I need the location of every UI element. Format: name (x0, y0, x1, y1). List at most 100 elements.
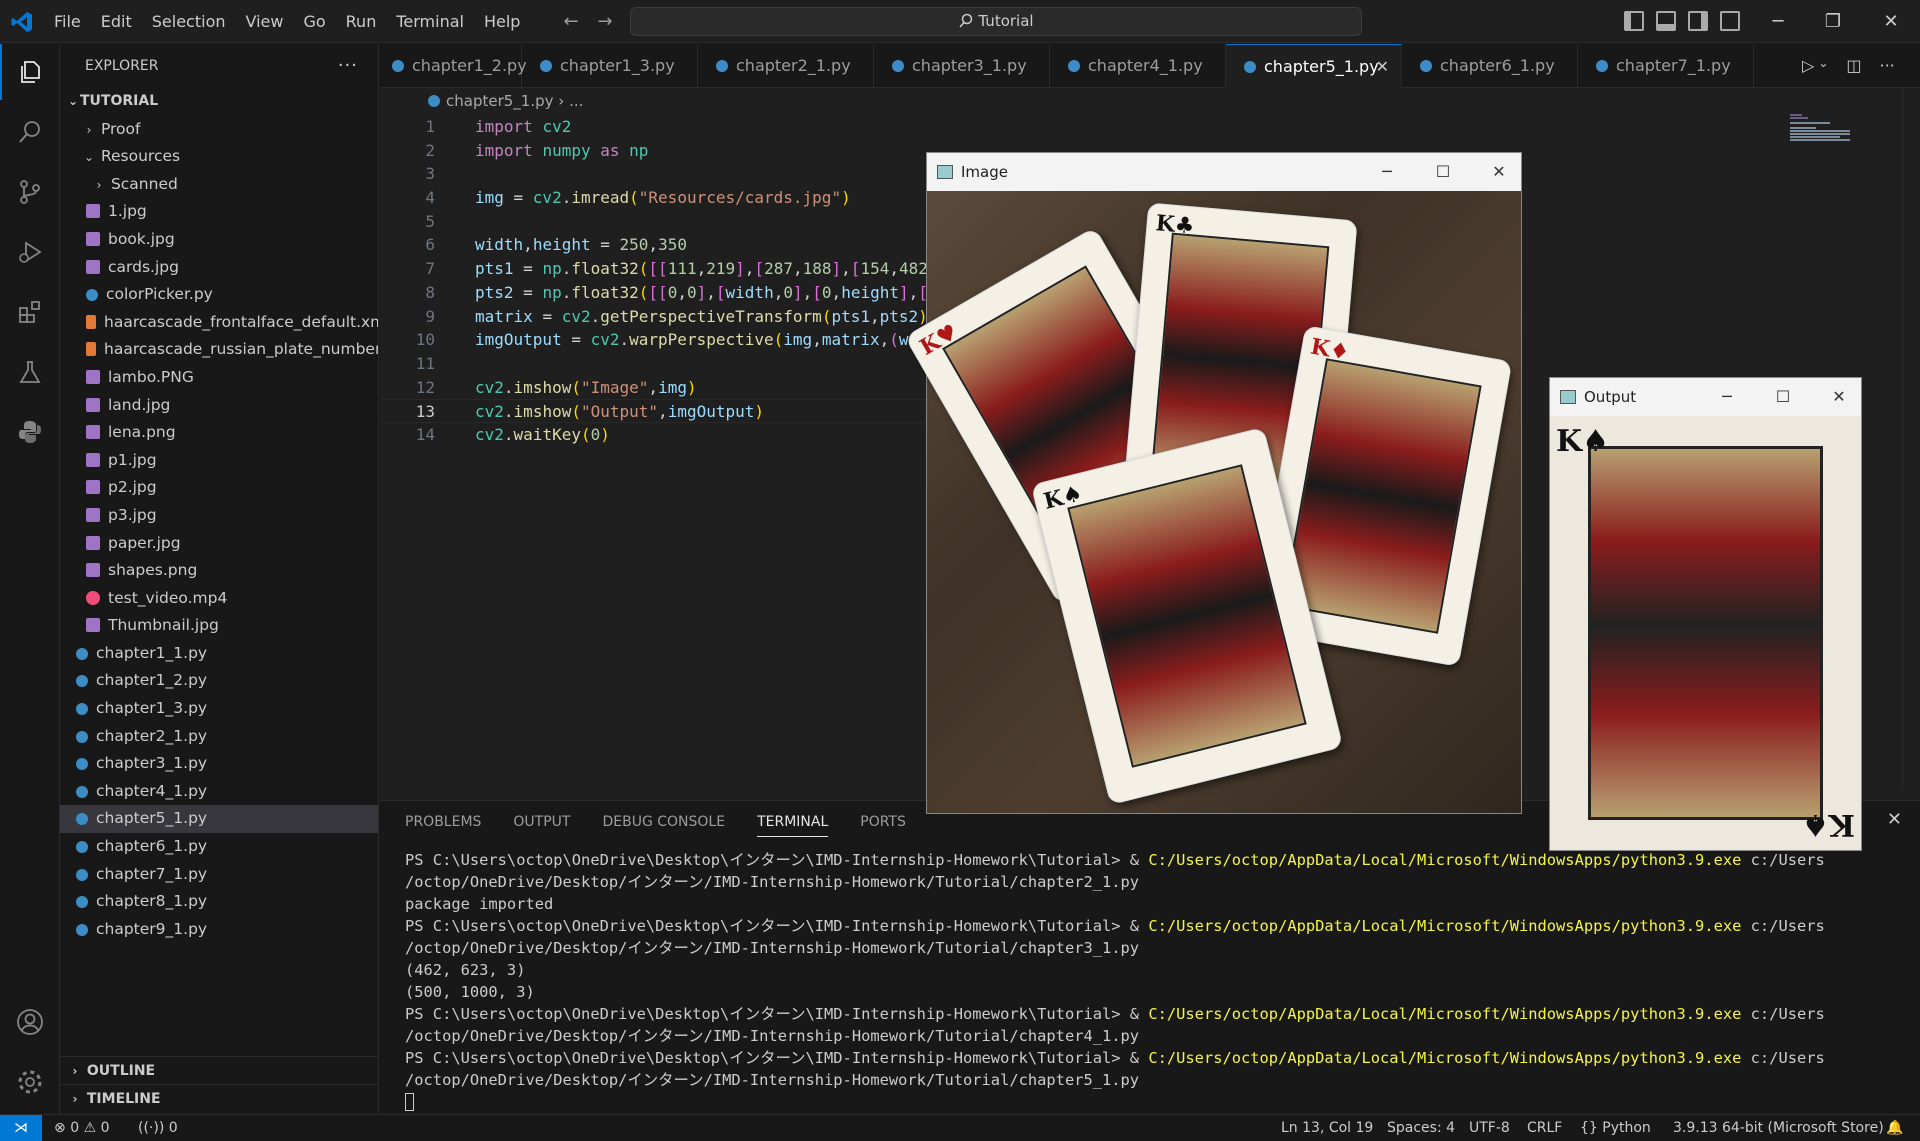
close-button[interactable]: ✕ (1868, 0, 1914, 43)
indentation[interactable]: Spaces: 4 (1387, 1115, 1455, 1141)
tree-item[interactable]: test_video.mp4 (60, 585, 378, 613)
tree-item[interactable]: haarcascade_russian_plate_number.... (60, 336, 378, 364)
close-button[interactable]: ✕ (1477, 153, 1521, 191)
terminal-prompt-line[interactable] (405, 1091, 1825, 1113)
output-window[interactable]: Output ─ ☐ ✕ K♠ K♠ (1549, 377, 1862, 851)
line-ending[interactable]: CRLF (1527, 1115, 1562, 1141)
tree-item[interactable]: haarcascade_frontalface_default.xml (60, 309, 378, 337)
ports-status[interactable]: ((·)) 0 (138, 1115, 178, 1141)
extensions-icon[interactable] (0, 284, 60, 340)
outline-section[interactable]: › OUTLINE (60, 1056, 378, 1084)
tab-chapter4_1-py[interactable]: chapter4_1.py (1050, 44, 1226, 88)
code-line[interactable]: 1 import cv2 (380, 115, 938, 139)
breadcrumb[interactable]: chapter5_1.py › ... (428, 92, 583, 110)
more-actions-icon[interactable]: ··· (1880, 56, 1895, 75)
code-line[interactable]: 6 width,height = 250,350 (380, 233, 938, 257)
toggle-secondary-sidebar-icon[interactable] (1688, 11, 1708, 31)
menu-item-run[interactable]: Run (336, 0, 387, 43)
encoding[interactable]: UTF-8 (1469, 1115, 1510, 1141)
tab-chapter1_2-py[interactable]: chapter1_2.py (380, 44, 527, 88)
tree-item[interactable]: shapes.png (60, 557, 378, 585)
settings-gear-icon[interactable] (0, 1054, 60, 1110)
image-window-titlebar[interactable]: Image ─ ☐ ✕ (927, 153, 1521, 191)
tree-item[interactable]: land.jpg (60, 392, 378, 420)
code-line[interactable]: 12 cv2.imshow("Image",img) (380, 376, 938, 400)
panel-tab-debug-console[interactable]: DEBUG CONSOLE (602, 807, 725, 837)
more-actions-icon[interactable]: ··· (338, 44, 358, 88)
minimize-button[interactable]: ─ (1755, 0, 1801, 43)
tab-chapter7_1-py[interactable]: chapter7_1.py (1578, 44, 1754, 88)
menu-item-terminal[interactable]: Terminal (386, 0, 474, 43)
tree-item[interactable]: chapter1_2.py (60, 667, 378, 695)
tree-item[interactable]: paper.jpg (60, 530, 378, 558)
source-control-icon[interactable] (0, 164, 60, 220)
menu-item-file[interactable]: File (44, 0, 91, 43)
breadcrumb-file[interactable]: chapter5_1.py (446, 92, 554, 110)
code-line[interactable]: 7 pts1 = np.float32([[111,219],[287,188],… (380, 257, 938, 281)
customize-layout-icon[interactable] (1720, 11, 1740, 31)
python-icon[interactable] (0, 404, 60, 460)
panel-tab-terminal[interactable]: TERMINAL (757, 807, 829, 837)
menu-item-go[interactable]: Go (293, 0, 335, 43)
minimize-button[interactable]: ─ (1705, 378, 1749, 416)
menu-item-help[interactable]: Help (474, 0, 530, 43)
code-line[interactable]: 14 cv2.waitKey(0) (380, 423, 938, 447)
panel-tab-problems[interactable]: PROBLEMS (405, 807, 481, 837)
tree-item[interactable]: Thumbnail.jpg (60, 612, 378, 640)
code-line[interactable]: 5 (380, 210, 938, 234)
testing-icon[interactable] (0, 344, 60, 400)
search-icon[interactable] (0, 104, 60, 160)
workspace-root[interactable]: ⌄ TUTORIAL (60, 88, 378, 116)
code-line[interactable]: 9 matrix = cv2.getPerspectiveTransform(pt… (380, 305, 938, 329)
maximize-button[interactable]: ❐ (1810, 0, 1856, 43)
close-panel-icon[interactable]: ✕ (1887, 809, 1902, 830)
tree-item[interactable]: p1.jpg (60, 447, 378, 475)
back-arrow-icon[interactable]: ← (558, 9, 584, 35)
minimap[interactable] (1790, 114, 1860, 144)
tree-item[interactable]: chapter2_1.py (60, 723, 378, 751)
chevron-down-icon[interactable]: ⌄ (1818, 56, 1828, 75)
tree-item[interactable]: › Scanned (60, 171, 378, 199)
minimize-button[interactable]: ─ (1365, 153, 1409, 191)
close-icon[interactable]: ✕ (1376, 45, 1389, 89)
explorer-icon[interactable] (0, 44, 60, 100)
tree-item[interactable]: 1.jpg (60, 198, 378, 226)
maximize-button[interactable]: ☐ (1421, 153, 1465, 191)
tree-item[interactable]: › Proof (60, 116, 378, 144)
breadcrumb-rest[interactable]: ... (569, 92, 583, 110)
code-line[interactable]: 4 img = cv2.imread("Resources/cards.jpg") (380, 186, 938, 210)
forward-arrow-icon[interactable]: → (592, 9, 618, 35)
code-line[interactable]: 13 cv2.imshow("Output",imgOutput) (380, 399, 938, 423)
code-line[interactable]: 8 pts2 = np.float32([[0,0],[width,0],[0,h… (380, 281, 937, 305)
accounts-icon[interactable] (0, 994, 60, 1050)
toggle-primary-sidebar-icon[interactable] (1624, 11, 1644, 31)
tree-item[interactable]: p2.jpg (60, 474, 378, 502)
tree-item[interactable]: chapter9_1.py (60, 916, 378, 944)
tab-chapter3_1-py[interactable]: chapter3_1.py (874, 44, 1050, 88)
tab-chapter6_1-py[interactable]: chapter6_1.py (1402, 44, 1578, 88)
tree-item[interactable]: p3.jpg (60, 502, 378, 530)
cursor-position[interactable]: Ln 13, Col 19 (1281, 1115, 1373, 1141)
maximize-button[interactable]: ☐ (1761, 378, 1805, 416)
run-debug-icon[interactable] (0, 224, 60, 280)
tree-item[interactable]: colorPicker.py (60, 281, 378, 309)
command-center-search[interactable]: Tutorial (630, 7, 1362, 36)
menu-item-view[interactable]: View (236, 0, 294, 43)
output-window-titlebar[interactable]: Output ─ ☐ ✕ (1550, 378, 1861, 416)
menu-item-edit[interactable]: Edit (91, 0, 142, 43)
image-window[interactable]: Image ─ ☐ ✕ K♥ K♣ K♦ K♠ (904, 152, 1522, 814)
panel-tab-output[interactable]: OUTPUT (513, 807, 570, 837)
tree-item[interactable]: lambo.PNG (60, 364, 378, 392)
tab-chapter5_1-py[interactable]: chapter5_1.py ✕ (1226, 44, 1402, 88)
code-line[interactable]: 3 (380, 162, 938, 186)
tree-item[interactable]: chapter3_1.py (60, 750, 378, 778)
tree-item[interactable]: chapter7_1.py (60, 861, 378, 889)
panel-tab-ports[interactable]: PORTS (860, 807, 906, 837)
tree-item[interactable]: chapter6_1.py (60, 833, 378, 861)
python-interpreter[interactable]: 3.9.13 64-bit (Microsoft Store) (1673, 1115, 1884, 1141)
tree-item[interactable]: chapter4_1.py (60, 778, 378, 806)
menu-item-selection[interactable]: Selection (142, 0, 236, 43)
tab-chapter2_1-py[interactable]: chapter2_1.py (698, 44, 874, 88)
language-mode[interactable]: {} Python (1580, 1115, 1651, 1141)
tree-item[interactable]: book.jpg (60, 226, 378, 254)
